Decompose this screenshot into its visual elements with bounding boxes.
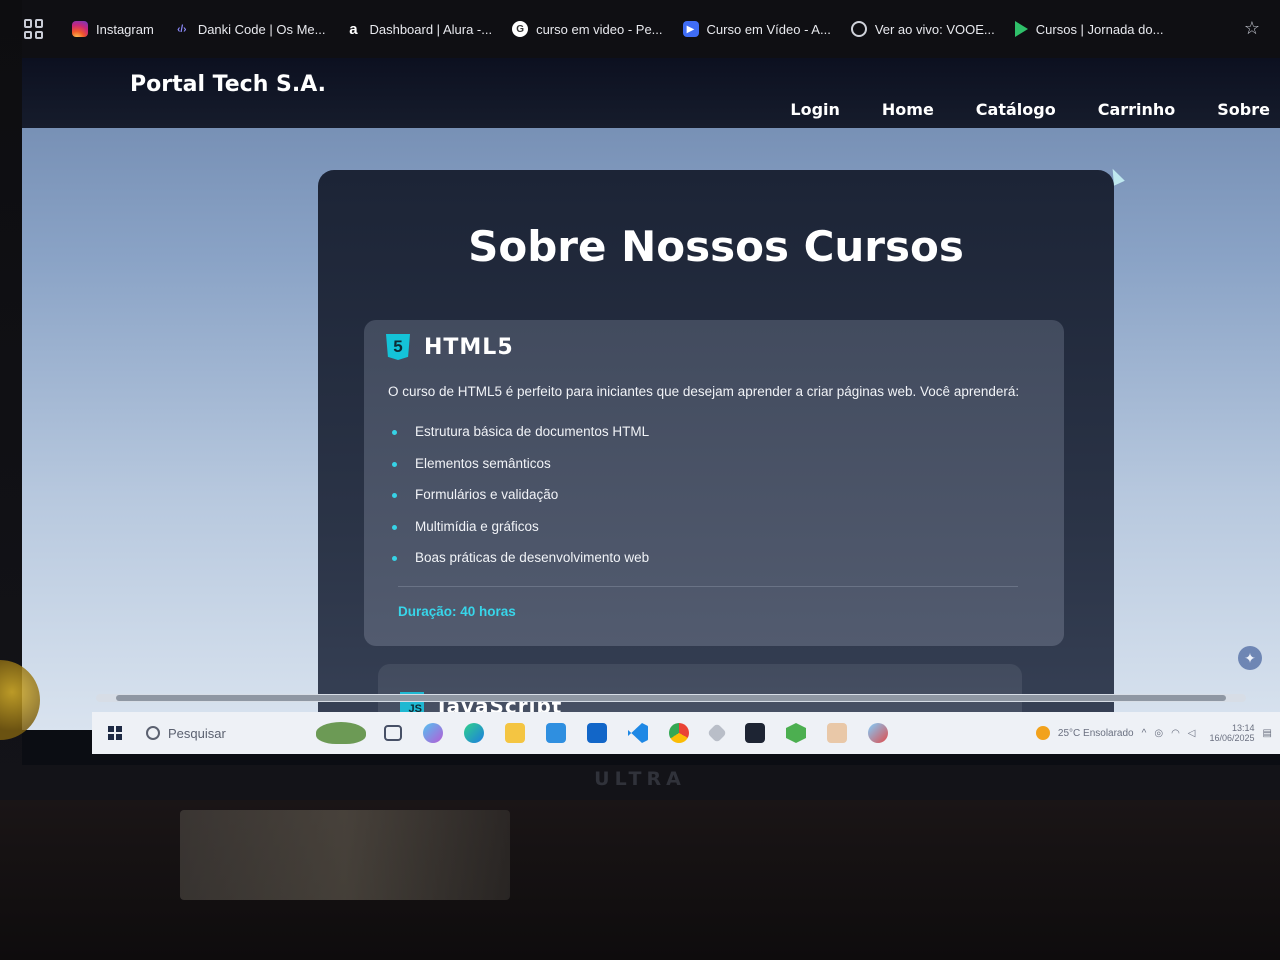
bullet-icon: [392, 430, 397, 435]
windows-start-icon[interactable]: [108, 726, 122, 740]
chevron-up-icon[interactable]: ^: [1142, 728, 1147, 739]
store-icon[interactable]: [546, 723, 566, 743]
main-nav: Login Home Catálogo Carrinho Sobre: [748, 100, 1270, 119]
globe-icon: [850, 21, 867, 37]
bookmarks-bar: Instagram ‹/› Danki Code | Os Me... a Da…: [22, 0, 1280, 79]
topic-label: Estrutura básica de documentos HTML: [415, 424, 650, 439]
instagram-icon: [72, 21, 88, 37]
bookmark-label: Instagram: [96, 21, 154, 37]
task-view-icon[interactable]: [384, 725, 402, 741]
weather-text[interactable]: 25°C Ensolarado: [1058, 728, 1134, 739]
code-icon: ‹/›: [177, 23, 187, 35]
bookmark-alura[interactable]: a Dashboard | Alura -...: [345, 20, 493, 38]
bookmark-label: Ver ao vivo: VOOE...: [874, 21, 995, 37]
git-icon[interactable]: [707, 723, 727, 743]
xampp-icon[interactable]: [827, 723, 847, 743]
topic-label: Multimídia e gráficos: [415, 518, 539, 534]
list-item: Multimídia e gráficos: [390, 519, 649, 551]
chrome-profile-icon[interactable]: [868, 723, 888, 743]
desk-object: [180, 810, 510, 900]
bookmark-label: Curso em Vídeo - A...: [706, 21, 831, 37]
bookmark-label: Dashboard | Alura -...: [369, 21, 493, 37]
star-icon[interactable]: ☆: [1244, 18, 1260, 39]
topic-label: Formulários e validação: [415, 487, 559, 502]
course-description: O curso de HTML5 é perfeito para inician…: [388, 384, 1020, 399]
course-duration: Duração: 40 horas: [398, 604, 516, 619]
search-placeholder: Pesquisar: [168, 725, 226, 741]
clock-time: 13:14: [1232, 723, 1255, 733]
file-explorer-icon[interactable]: [505, 723, 525, 743]
monitor-bezel: Instagram ‹/› Danki Code | Os Me... a Da…: [0, 0, 1280, 800]
monitor-brand-logo: ULTRA: [594, 768, 686, 790]
search-highlight-icon: [316, 722, 366, 744]
copilot-icon[interactable]: [423, 723, 443, 743]
vscode-icon[interactable]: [628, 723, 648, 743]
web-page: Portal Tech S.A. Login Home Catálogo Car…: [22, 58, 1280, 730]
nodejs-icon[interactable]: [786, 723, 806, 743]
bookmark-label: Danki Code | Os Me...: [197, 21, 326, 37]
taskbar-search[interactable]: Pesquisar: [146, 726, 316, 741]
outlook-icon[interactable]: [587, 723, 607, 743]
bookmark-curso-em-video[interactable]: ▶ Curso em Vídeo - A...: [682, 21, 831, 37]
bullet-icon: [392, 524, 397, 530]
bookmark-curso-em-video-search[interactable]: G curso em video - Pe...: [512, 21, 663, 37]
html5-icon: 5: [386, 334, 410, 360]
nav-sobre[interactable]: Sobre: [1217, 100, 1270, 119]
chrome-icon[interactable]: [669, 723, 689, 743]
course-header: 5 HTML5: [386, 334, 514, 360]
bookmark-danki-code[interactable]: ‹/› Danki Code | Os Me...: [174, 21, 326, 37]
topic-label: Elementos semânticos: [415, 455, 551, 471]
nav-catalogo[interactable]: Catálogo: [976, 100, 1056, 119]
nav-login[interactable]: Login: [790, 100, 840, 119]
system-tray: 25°C Ensolarado ^ ◎ ◠ ◁ 13:14 16/06/2025…: [1035, 723, 1272, 743]
cursoemvideo-icon: ▶: [682, 21, 699, 37]
course-card-html5: 5 HTML5 O curso de HTML5 é perfeito para…: [364, 320, 1064, 646]
github-desktop-icon[interactable]: [745, 723, 765, 743]
clock[interactable]: 13:14 16/06/2025: [1210, 723, 1255, 743]
bookmark-label: Cursos | Jornada do...: [1035, 21, 1164, 37]
bullet-icon: [392, 461, 397, 467]
taskbar: Pesquisar 25°C Ensolarado ^ ◎ ◠ ◁ 13:14 …: [92, 712, 1280, 754]
bookmark-ver-ao-vivo[interactable]: Ver ao vivo: VOOE...: [850, 21, 995, 37]
divider: [398, 586, 1018, 587]
wifi-icon[interactable]: ◠: [1171, 728, 1180, 739]
horizontal-scrollbar[interactable]: [96, 694, 1246, 702]
list-item: Boas práticas de desenvolvimento web: [390, 550, 649, 582]
bookmark-instagram[interactable]: Instagram: [72, 21, 154, 37]
topic-label: Boas práticas de desenvolvimento web: [415, 550, 650, 565]
list-item: Elementos semânticos: [390, 456, 649, 488]
list-item: Estrutura básica de documentos HTML: [390, 424, 649, 456]
list-item: Formulários e validação: [390, 487, 649, 519]
network-icon[interactable]: ◎: [1154, 728, 1163, 739]
clock-date: 16/06/2025: [1209, 733, 1255, 743]
about-courses-card: Sobre Nossos Cursos 5 HTML5 O curso de H…: [318, 170, 1114, 730]
page-title: Sobre Nossos Cursos: [468, 222, 964, 271]
nav-home[interactable]: Home: [882, 100, 934, 119]
bullet-icon: [392, 556, 397, 561]
bookmark-cursos-jornada[interactable]: Cursos | Jornada do...: [1014, 21, 1164, 37]
apps-grid-icon[interactable]: [24, 19, 44, 39]
google-icon: G: [512, 21, 529, 37]
bookmark-label: curso em video - Pe...: [536, 21, 663, 37]
alura-icon: a: [349, 20, 358, 38]
weather-icon[interactable]: [1035, 726, 1050, 740]
nav-carrinho[interactable]: Carrinho: [1098, 100, 1176, 119]
screen: Instagram ‹/› Danki Code | Os Me... a Da…: [22, 0, 1280, 765]
volume-icon[interactable]: ◁: [1188, 728, 1196, 739]
bullet-icon: [392, 493, 397, 498]
edge-icon[interactable]: [464, 723, 484, 743]
course-name: HTML5: [424, 334, 514, 360]
site-logo[interactable]: Portal Tech S.A.: [130, 72, 326, 97]
compass-icon[interactable]: ✦: [1238, 646, 1262, 670]
course-topics: Estrutura básica de documentos HTML Elem…: [390, 424, 649, 582]
search-icon: [146, 726, 160, 740]
play-icon: [1014, 21, 1028, 37]
notifications-icon[interactable]: ▤: [1263, 728, 1272, 739]
